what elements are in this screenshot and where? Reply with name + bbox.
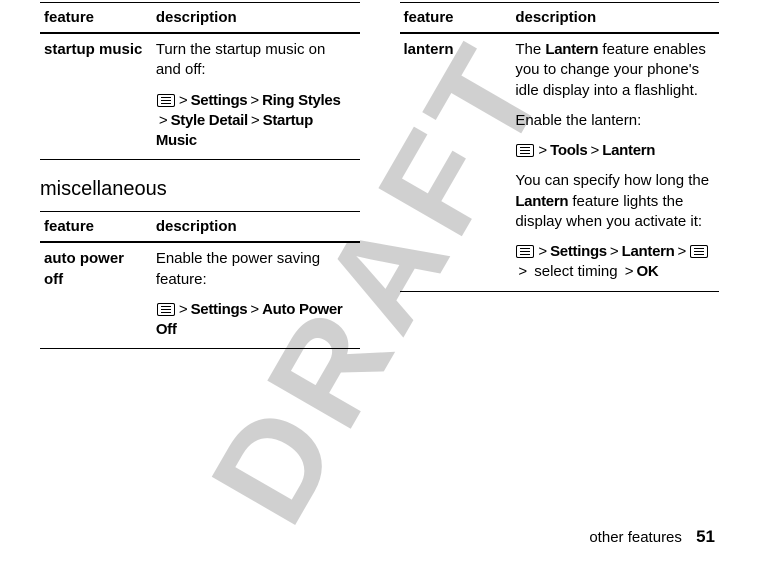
table-row: startup music Turn the startup music on …: [40, 33, 360, 160]
path-step-text: select timing: [530, 263, 622, 280]
feature-name: startup music: [40, 33, 152, 160]
nav-path: >Tools>Lantern: [515, 141, 711, 161]
desc-para: Enable the lantern:: [515, 111, 711, 131]
menu-icon: [516, 144, 534, 157]
section-title-miscellaneous: miscellaneous: [40, 178, 360, 201]
page-number: 51: [696, 527, 715, 546]
table-row: auto power off Enable the power saving f…: [40, 242, 360, 349]
nav-path: >Settings>Ring Styles >Style Detail>Star…: [156, 91, 352, 152]
nav-path: >Settings>Auto Power Off: [156, 300, 352, 341]
lantern-table: feature description lantern The Lantern …: [400, 2, 720, 292]
table-header-description: description: [152, 212, 360, 243]
feature-name: auto power off: [40, 242, 152, 349]
page-footer: other features 51: [589, 527, 715, 547]
path-step: OK: [637, 263, 659, 280]
desc-text: Turn the startup music on and off:: [156, 41, 326, 78]
path-step: Style Detail: [171, 112, 248, 129]
table-header-feature: feature: [40, 3, 152, 34]
feature-name: lantern: [400, 33, 512, 291]
path-step: Settings: [191, 92, 248, 109]
menu-icon: [157, 303, 175, 316]
footer-section-title: other features: [589, 529, 682, 546]
menu-icon: [690, 245, 708, 258]
right-column: feature description lantern The Lantern …: [400, 2, 720, 367]
path-step: Tools: [550, 142, 587, 159]
path-step: Settings: [191, 301, 248, 318]
startup-music-table: feature description startup music Turn t…: [40, 2, 360, 160]
desc-text: The Lantern feature enables you to chang…: [515, 41, 706, 99]
desc-text: Enable the power saving feature:: [156, 250, 320, 287]
auto-power-off-table: feature description auto power off Enabl…: [40, 211, 360, 349]
table-row: lantern The Lantern feature enables you …: [400, 33, 720, 291]
menu-icon: [516, 245, 534, 258]
feature-description: Turn the startup music on and off: >Sett…: [152, 33, 360, 160]
content-columns: feature description startup music Turn t…: [0, 0, 759, 367]
table-header-description: description: [511, 3, 719, 34]
path-step: Lantern: [622, 243, 675, 260]
feature-description: Enable the power saving feature: >Settin…: [152, 242, 360, 349]
table-header-description: description: [152, 3, 360, 34]
feature-description: The Lantern feature enables you to chang…: [511, 33, 719, 291]
path-step: Settings: [550, 243, 607, 260]
left-column: feature description startup music Turn t…: [40, 2, 360, 367]
table-header-feature: feature: [40, 212, 152, 243]
menu-icon: [157, 94, 175, 107]
desc-para: You can specify how long the Lantern fea…: [515, 171, 711, 232]
nav-path: >Settings>Lantern> > select timing >OK: [515, 242, 711, 283]
table-header-feature: feature: [400, 3, 512, 34]
path-step: Lantern: [602, 142, 655, 159]
path-step: Ring Styles: [262, 92, 340, 109]
